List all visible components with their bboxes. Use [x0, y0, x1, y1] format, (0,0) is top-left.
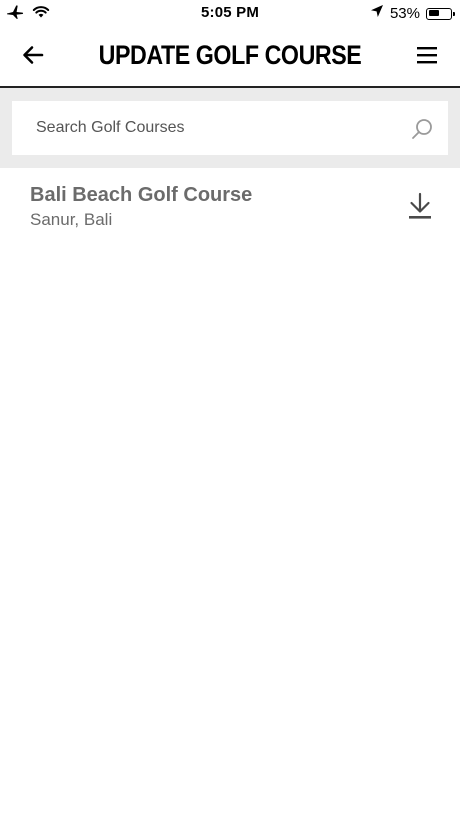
battery-cap: [453, 11, 455, 16]
course-list-item[interactable]: Bali Beach Golf Course Sanur, Bali: [0, 168, 460, 248]
hamburger-menu-icon: [416, 45, 438, 70]
status-bar: 5:05 PM 53%: [0, 0, 460, 26]
download-icon: [408, 192, 432, 225]
course-list: Bali Beach Golf Course Sanur, Bali: [0, 168, 460, 248]
menu-button[interactable]: [410, 40, 444, 74]
course-location: Sanur, Bali: [30, 210, 113, 229]
battery-level-fill: [428, 10, 440, 16]
status-right: 53%: [370, 4, 455, 23]
download-button[interactable]: [404, 192, 436, 224]
search-bar-container: [0, 88, 460, 168]
page-title: UPDATE GOLF COURSE: [98, 40, 362, 70]
location-arrow-icon: [370, 4, 384, 23]
search-icon[interactable]: [410, 117, 434, 141]
search-box: [12, 101, 448, 155]
course-name: Bali Beach Golf Course: [30, 184, 253, 206]
app-header: UPDATE GOLF COURSE: [0, 26, 460, 88]
battery-percent: 53%: [389, 5, 420, 22]
search-input[interactable]: [36, 101, 396, 155]
battery-icon: [426, 7, 455, 20]
